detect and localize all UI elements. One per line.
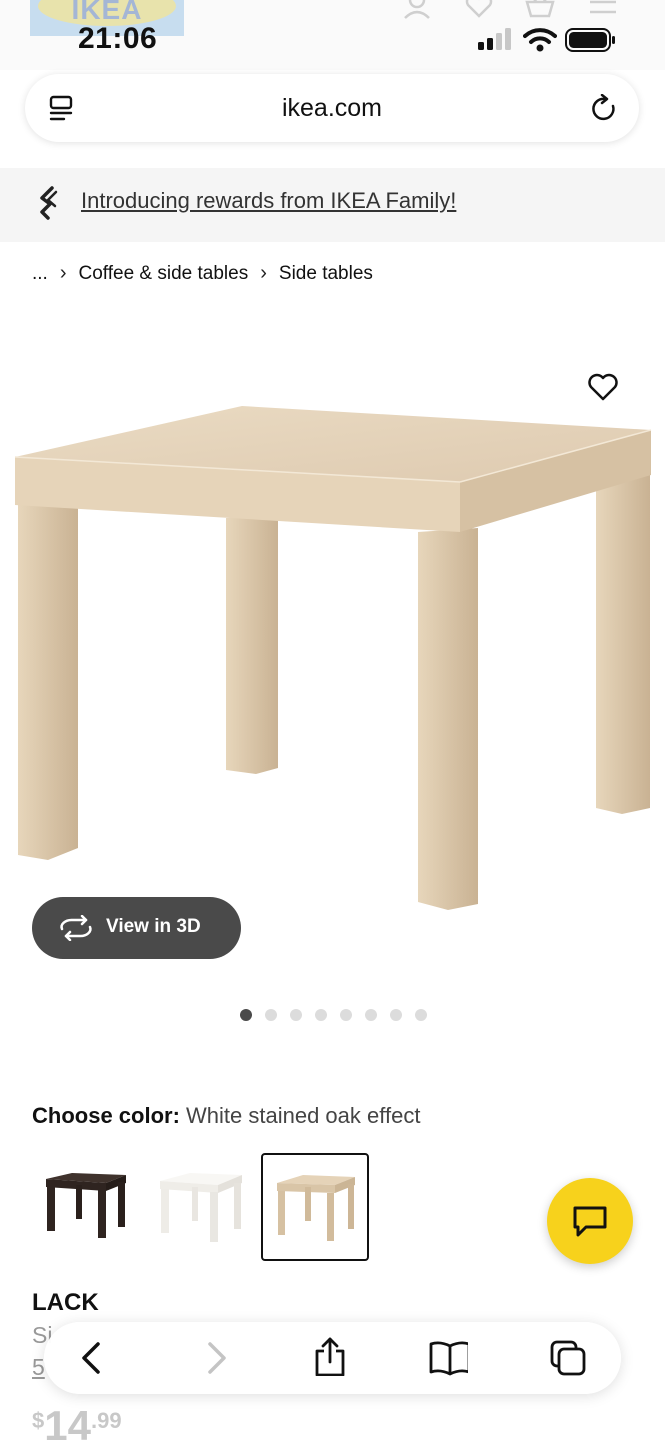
- color-label: Choose color: White stained oak effect: [32, 1103, 420, 1129]
- color-swatch-white-stained-oak[interactable]: [261, 1153, 369, 1261]
- breadcrumb-ellipsis[interactable]: ...: [32, 263, 48, 285]
- chat-button[interactable]: [547, 1178, 633, 1264]
- favorite-heart-icon[interactable]: [587, 373, 619, 403]
- price-decimal: .99: [90, 1408, 122, 1433]
- ikea-family-icon: [40, 186, 58, 220]
- price-whole: 14: [44, 1402, 91, 1449]
- back-icon[interactable]: [74, 1338, 114, 1378]
- carousel-dot[interactable]: [365, 1009, 377, 1021]
- menu-icon: [590, 0, 616, 14]
- share-icon[interactable]: [310, 1336, 350, 1376]
- breadcrumb-side-tables[interactable]: Side tables: [279, 263, 373, 285]
- url-text[interactable]: ikea.com: [25, 94, 639, 123]
- clock: 21:06: [78, 22, 158, 55]
- wishlist-icon: [465, 0, 493, 18]
- color-swatch-white[interactable]: [148, 1153, 256, 1261]
- view-in-3d-label: View in 3D: [106, 916, 201, 937]
- choose-color-label: Choose color:: [32, 1103, 180, 1128]
- chat-bubble-icon: [573, 1206, 607, 1237]
- address-bar[interactable]: ikea.com: [25, 74, 639, 142]
- black-brown-table-thumbnail: [46, 1173, 126, 1238]
- promo-link[interactable]: Introducing rewards from IKEA Family!: [81, 188, 456, 214]
- forward-icon[interactable]: [196, 1338, 236, 1378]
- reload-icon[interactable]: [591, 94, 619, 124]
- carousel-dot[interactable]: [240, 1009, 252, 1021]
- profile-icon: [404, 0, 430, 19]
- view-in-3d-button[interactable]: View in 3D: [32, 897, 241, 959]
- white-table-thumbnail: [160, 1173, 242, 1242]
- rotate-3d-icon: [60, 915, 92, 941]
- status-bar: IKEA 21:06: [0, 0, 665, 70]
- breadcrumb-coffee-side-tables[interactable]: Coffee & side tables: [79, 263, 249, 285]
- carousel-dot[interactable]: [415, 1009, 427, 1021]
- carousel-dot[interactable]: [390, 1009, 402, 1021]
- cart-icon: [525, 0, 555, 18]
- breadcrumb: ... › Coffee & side tables › Side tables: [32, 262, 373, 285]
- carousel-dot[interactable]: [315, 1009, 327, 1021]
- color-swatch-black-brown[interactable]: [32, 1153, 140, 1261]
- bookmarks-icon[interactable]: [428, 1338, 468, 1378]
- tabs-icon[interactable]: [548, 1338, 588, 1378]
- wifi-icon: [523, 28, 557, 52]
- price-currency: $: [32, 1408, 45, 1433]
- promo-banner[interactable]: Introducing rewards from IKEA Family!: [0, 168, 665, 242]
- product-price: $14.99: [32, 1402, 122, 1450]
- carousel-dot[interactable]: [290, 1009, 302, 1021]
- browser-toolbar: [44, 1322, 621, 1394]
- selected-color: White stained oak effect: [186, 1103, 421, 1128]
- oak-table-thumbnail: [277, 1175, 355, 1241]
- battery-icon: [565, 28, 615, 52]
- product-name: LACK: [32, 1289, 99, 1316]
- carousel-dot[interactable]: [265, 1009, 277, 1021]
- chevron-right-icon: ›: [59, 262, 67, 284]
- product-size-link[interactable]: 5: [32, 1354, 45, 1381]
- signal-icon: [478, 28, 511, 50]
- chevron-right-icon: ›: [260, 262, 267, 284]
- carousel-dots[interactable]: [240, 1009, 427, 1021]
- carousel-dot[interactable]: [340, 1009, 352, 1021]
